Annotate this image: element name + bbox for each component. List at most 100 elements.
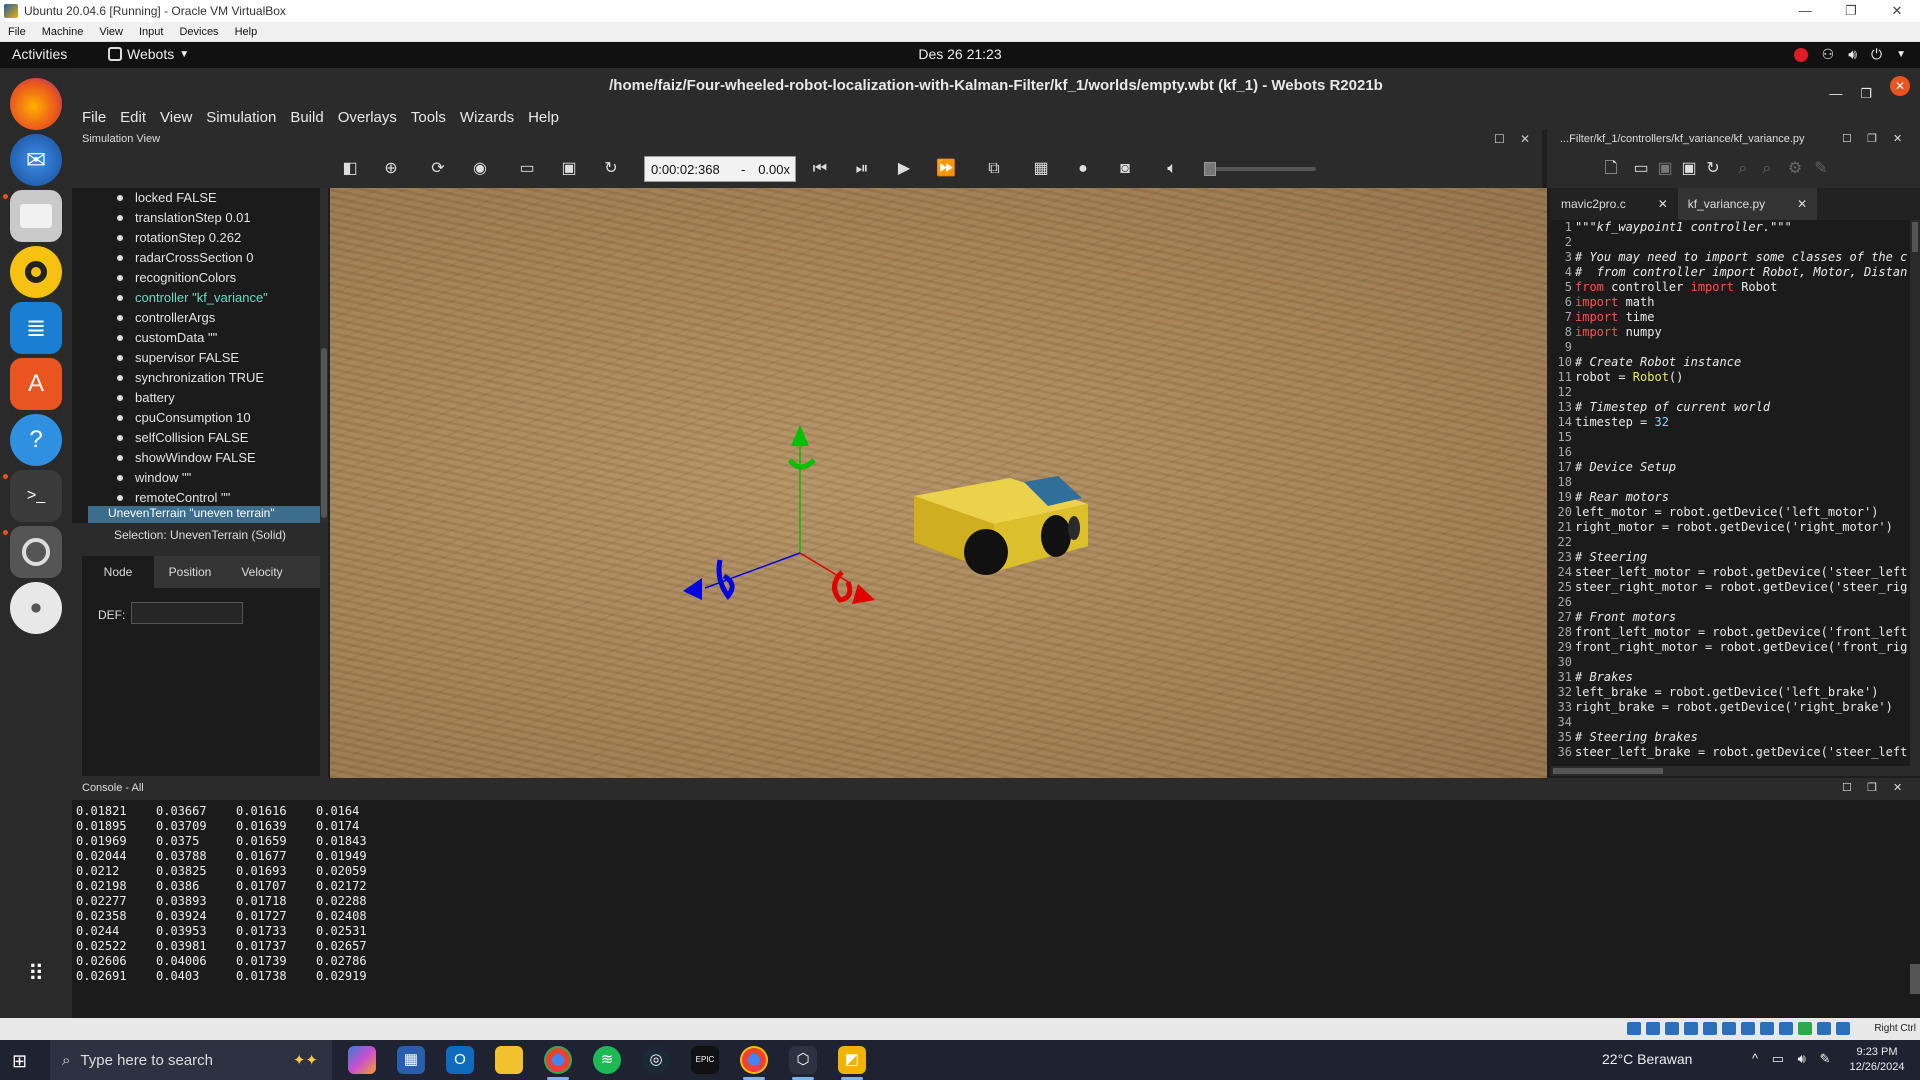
system-tray[interactable]: ⚇ 🔊︎ ⏻ ▼ [1793, 46, 1906, 63]
toggle-scene-tree-icon[interactable]: ◧ [338, 158, 362, 180]
scene-tree-field[interactable]: window "" [72, 468, 320, 488]
close-button[interactable]: ✕ [1890, 76, 1910, 96]
maximize-panel-icon[interactable]: ☐ [1494, 132, 1505, 146]
console-output[interactable]: 0.01821 0.03667 0.01616 0.0164 0.01895 0.0370… [72, 800, 1920, 1018]
save-as-icon[interactable]: ▣ [1677, 158, 1701, 180]
chrome-icon[interactable] [544, 1046, 572, 1074]
maximize-button[interactable]: ❐ [1828, 3, 1874, 19]
virtualbox-taskbar-icon[interactable]: ⬡ [789, 1046, 817, 1074]
settings-icon[interactable] [10, 526, 62, 578]
tab-position[interactable]: Position [154, 556, 226, 588]
menu-tools[interactable]: Tools [404, 109, 453, 126]
firefox-icon[interactable] [10, 78, 62, 130]
app-menu[interactable]: Webots ▼ [108, 46, 189, 62]
store-icon[interactable]: ▦ [397, 1046, 425, 1074]
reload-world-icon[interactable]: ↻ [599, 158, 623, 180]
maximize-panel-icon[interactable]: ❐ [1867, 781, 1877, 794]
file-explorer-icon[interactable] [495, 1046, 523, 1074]
close-icon[interactable]: ✕ [1658, 197, 1668, 211]
reset-simulation-icon[interactable]: ⏮ [808, 158, 832, 180]
gnome-clock[interactable]: Des 26 21:23 [0, 46, 1920, 62]
menu-overlays[interactable]: Overlays [331, 109, 404, 126]
step-icon[interactable]: ⏯ [850, 158, 874, 180]
files-icon[interactable] [10, 190, 62, 242]
thunderbird-icon[interactable]: ✉ [10, 134, 62, 186]
menu-simulation[interactable]: Simulation [199, 109, 283, 126]
taskbar-clock[interactable]: 9:23 PM 12/26/2024 [1848, 1045, 1906, 1075]
code-editor[interactable]: 1 """kf_waypoint1 controller.""" 2 3 # You m… [1551, 220, 1920, 776]
scene-tree-field[interactable]: cpuConsumption 10 [72, 408, 320, 428]
def-input[interactable] [131, 602, 243, 624]
maximize-panel-icon[interactable]: ❐ [1867, 132, 1877, 145]
tab-velocity[interactable]: Velocity [226, 556, 298, 588]
play-icon[interactable]: ▶ [892, 158, 916, 180]
activities-button[interactable]: Activities [12, 46, 67, 62]
fast-forward-icon[interactable]: ⏩ [934, 158, 958, 180]
save-world-icon[interactable]: ▣ [557, 158, 581, 180]
steam-icon[interactable]: ◎ [642, 1046, 670, 1074]
weather-widget[interactable]: 22°C Berawan [1602, 1051, 1692, 1067]
tab-node[interactable]: Node [82, 556, 154, 588]
new-file-icon[interactable]: 🗋︎ [1599, 158, 1623, 180]
scene-tree-field[interactable]: recognitionColors [72, 268, 320, 288]
scene-tree-field[interactable]: translationStep 0.01 [72, 208, 320, 228]
menu-file[interactable]: File [72, 109, 113, 126]
scene-tree-field[interactable]: rotationStep 0.262 [72, 228, 320, 248]
copilot-icon[interactable] [348, 1046, 376, 1074]
float-panel-icon[interactable]: ☐ [1842, 132, 1852, 145]
scene-tree-scrollbar[interactable] [320, 188, 328, 523]
minimize-button[interactable]: — [1782, 3, 1828, 19]
volume-slider-handle[interactable] [1204, 162, 1216, 176]
vbox-device-icons[interactable] [1627, 1022, 1850, 1035]
scene-tree-field[interactable]: controllerArgs [72, 308, 320, 328]
menu-view[interactable]: View [153, 109, 199, 126]
writer-icon[interactable]: ≣ [10, 302, 62, 354]
tab-mavic2pro[interactable]: mavic2pro.c ✕ [1551, 188, 1678, 220]
software-icon[interactable]: A [10, 358, 62, 410]
rhythmbox-icon[interactable] [10, 246, 62, 298]
menu-build[interactable]: Build [283, 109, 330, 126]
code-vertical-scrollbar[interactable] [1910, 220, 1920, 766]
screenshot-icon[interactable]: ◙ [1113, 158, 1137, 180]
outlook-icon[interactable]: O [446, 1046, 474, 1074]
terminal-icon[interactable]: >_ [10, 470, 62, 522]
scene-tree-field[interactable]: synchronization TRUE [72, 368, 320, 388]
vm-window-icon[interactable]: ◩ [838, 1046, 866, 1074]
add-node-icon[interactable]: ⊕ [379, 158, 403, 180]
dvd-icon[interactable] [10, 582, 62, 634]
scene-tree-field[interactable]: battery [72, 388, 320, 408]
vbox-menu-file[interactable]: File [0, 26, 34, 38]
find-icon[interactable]: ⌕ [1731, 158, 1755, 180]
close-panel-icon[interactable]: ✕ [1893, 781, 1902, 794]
3d-view[interactable] [330, 188, 1547, 778]
menu-help[interactable]: Help [521, 109, 566, 126]
help-icon[interactable]: ? [10, 414, 62, 466]
revert-icon[interactable]: ↻ [1701, 158, 1725, 180]
close-button[interactable]: ✕ [1874, 3, 1920, 19]
scene-tree-field[interactable]: radarCrossSection 0 [72, 248, 320, 268]
chrome-profile-icon[interactable] [740, 1046, 768, 1074]
menu-edit[interactable]: Edit [113, 109, 153, 126]
volume-slider[interactable] [1204, 162, 1316, 176]
rendering-icon[interactable]: ⧉ [982, 158, 1006, 180]
close-icon[interactable]: ✕ [1797, 197, 1807, 211]
close-panel-icon[interactable]: ✕ [1893, 132, 1902, 145]
menu-wizards[interactable]: Wizards [453, 109, 521, 126]
vbox-menu-help[interactable]: Help [227, 26, 266, 38]
save-file-icon[interactable]: ▣ [1653, 158, 1677, 180]
float-panel-icon[interactable]: ☐ [1842, 781, 1852, 794]
scene-tree-field[interactable]: controller "kf_variance" [72, 288, 320, 308]
clean-icon[interactable]: ✎ [1809, 158, 1833, 180]
scene-tree-field[interactable]: remoteControl "" [72, 488, 320, 508]
apps-grid-icon[interactable]: ⠿ [10, 948, 62, 1000]
vbox-menu-devices[interactable]: Devices [171, 26, 226, 38]
windows-start-icon[interactable]: ⊞ [12, 1051, 27, 1072]
scene-tree-selected-node[interactable]: UnevenTerrain "uneven terrain" [88, 506, 320, 523]
movie-icon[interactable]: ▦ [1029, 158, 1053, 180]
vbox-menu-view[interactable]: View [91, 26, 131, 38]
system-tray[interactable]: ^ ▭ 🔊︎ ✎ [1752, 1051, 1830, 1067]
build-icon[interactable]: ⚙ [1783, 158, 1807, 180]
console-scrollbar[interactable] [1910, 964, 1920, 994]
scene-tree-field[interactable]: locked FALSE [72, 188, 320, 208]
scene-tree-field[interactable]: supervisor FALSE [72, 348, 320, 368]
